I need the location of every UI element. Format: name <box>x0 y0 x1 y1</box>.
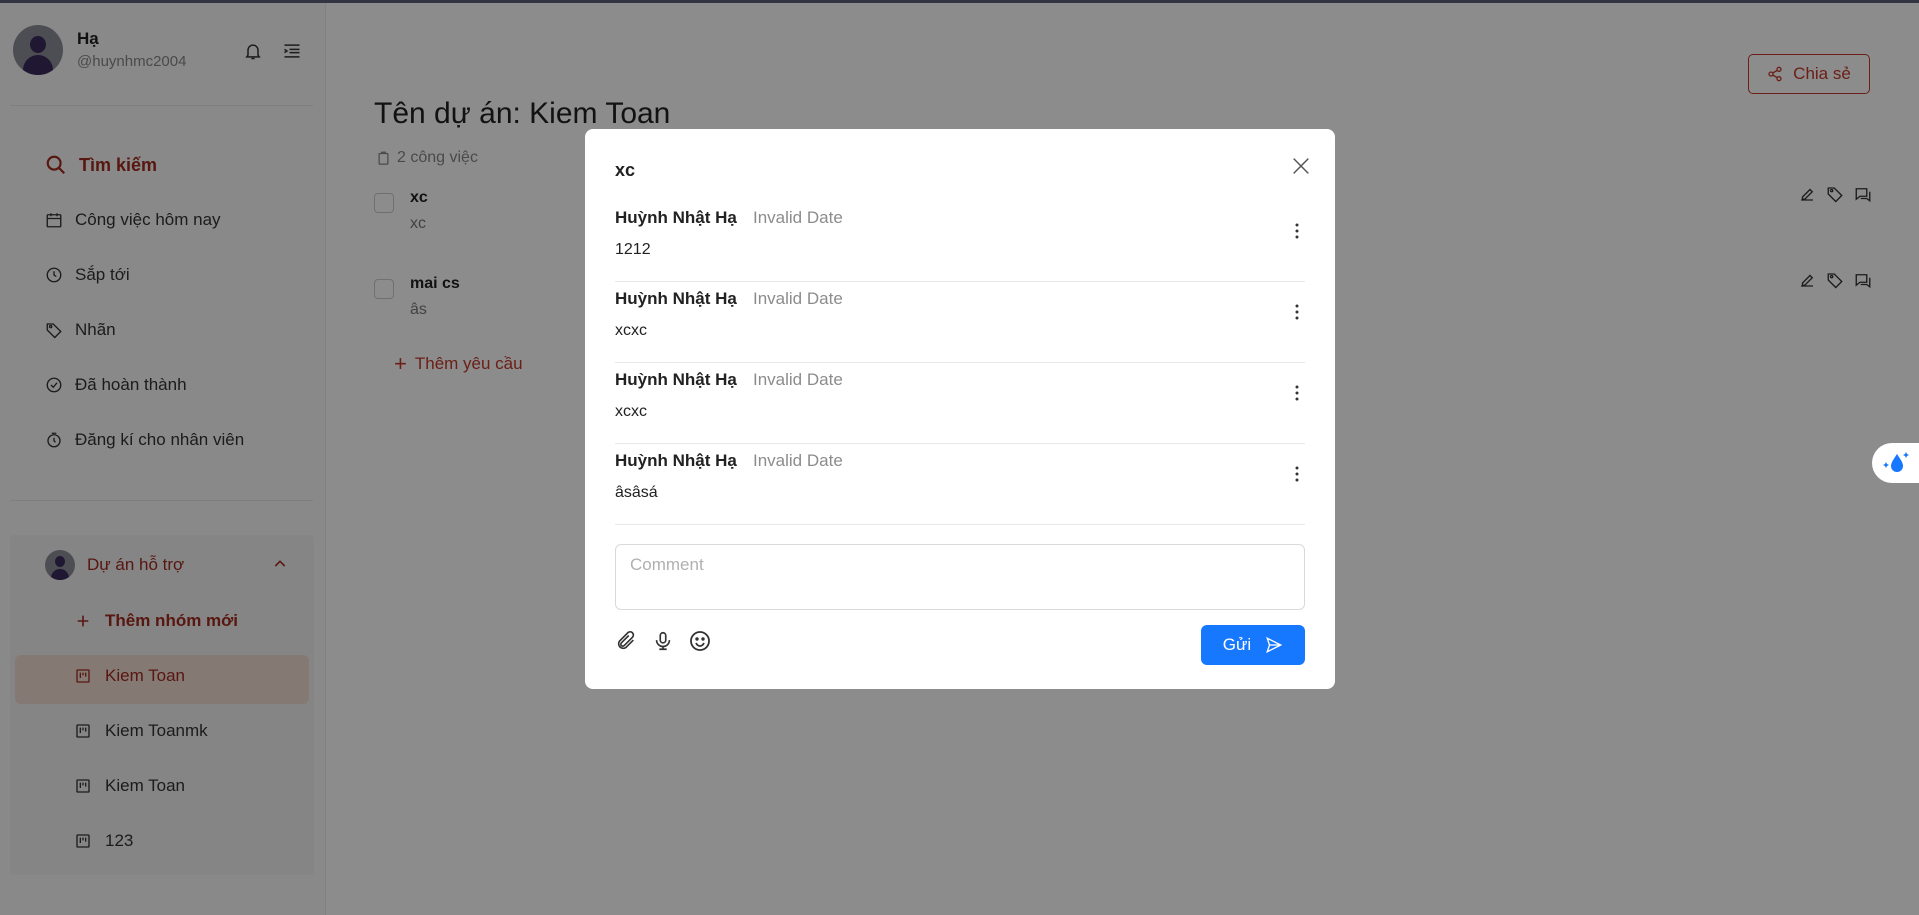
comment-date: Invalid Date <box>753 289 843 308</box>
comment-item: Huỳnh Nhật Hạ Invalid Date âsâsá <box>615 443 1305 525</box>
close-icon[interactable] <box>1290 155 1312 177</box>
comments-modal: xc Huỳnh Nhật Hạ Invalid Date 1212 Huỳnh… <box>585 129 1335 689</box>
comment-date: Invalid Date <box>753 208 843 227</box>
more-vertical-icon[interactable] <box>1289 465 1305 483</box>
smiley-icon <box>690 631 710 651</box>
more-vertical-icon[interactable] <box>1289 222 1305 240</box>
more-vertical-icon[interactable] <box>1289 303 1305 321</box>
comment-author: Huỳnh Nhật Hạ <box>615 451 737 470</box>
comment-author: Huỳnh Nhật Hạ <box>615 208 737 227</box>
comment-author: Huỳnh Nhật Hạ <box>615 370 737 389</box>
voice-button[interactable] <box>650 628 676 654</box>
microphone-icon <box>655 631 671 651</box>
comment-date: Invalid Date <box>753 370 843 389</box>
comment-date: Invalid Date <box>753 451 843 470</box>
floating-assistant-button[interactable] <box>1872 443 1919 483</box>
comment-item: Huỳnh Nhật Hạ Invalid Date xcxc <box>615 362 1305 444</box>
paperclip-icon <box>617 631 635 650</box>
modal-title: xc <box>615 160 636 180</box>
more-vertical-icon[interactable] <box>1289 384 1305 402</box>
water-drop-icon <box>1883 452 1909 472</box>
comment-text: xcxc <box>615 403 647 420</box>
comment-text: 1212 <box>615 241 651 258</box>
emoji-button[interactable] <box>687 628 713 654</box>
comment-author: Huỳnh Nhật Hạ <box>615 289 737 308</box>
send-icon <box>1266 636 1283 654</box>
comment-input[interactable] <box>615 544 1305 610</box>
comment-item: Huỳnh Nhật Hạ Invalid Date xcxc <box>615 281 1305 363</box>
attach-button[interactable] <box>613 628 639 654</box>
comment-item: Huỳnh Nhật Hạ Invalid Date 1212 <box>615 200 1305 282</box>
send-button[interactable]: Gửi <box>1201 625 1305 665</box>
send-label: Gửi <box>1222 635 1252 654</box>
comment-text: âsâsá <box>615 484 658 501</box>
comment-text: xcxc <box>615 322 647 339</box>
